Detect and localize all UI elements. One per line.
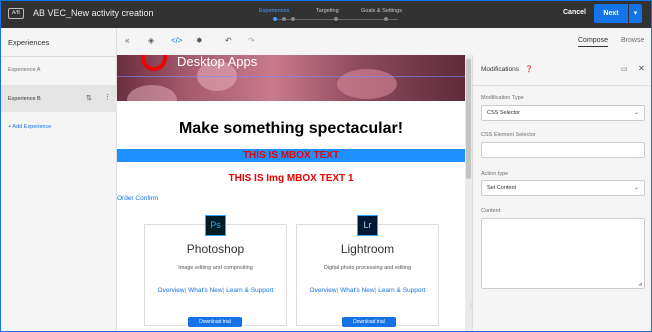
next-button[interactable]: Next <box>594 4 628 23</box>
chevron-down-icon: ⌄ <box>633 110 639 116</box>
link-separator: | <box>336 287 339 294</box>
code-icon[interactable]: </> <box>171 36 183 45</box>
step-dot-experiences <box>273 17 277 21</box>
tab-browse[interactable]: Browse <box>621 37 644 44</box>
download-trial-button[interactable]: Download trial <box>188 317 242 327</box>
product-links: Overview| What's New| Learn & Support <box>145 287 286 294</box>
next-dropdown-icon[interactable]: ▾ <box>629 4 642 23</box>
scrollbar-thumb[interactable] <box>466 59 471 179</box>
content-textarea[interactable]: ◢ <box>481 218 645 289</box>
mbox-text-block[interactable]: THIS IS MBOX TEXT <box>117 149 465 162</box>
action-type-label: Action type <box>481 171 509 177</box>
experience-a-item[interactable]: Experience A <box>0 57 117 83</box>
info-icon[interactable]: ❓ <box>525 65 533 73</box>
resize-grip-icon[interactable]: ◢ <box>638 281 642 287</box>
whats-new-link[interactable]: What's New <box>188 287 222 294</box>
content-label: Content <box>481 208 501 214</box>
overview-link[interactable]: Overview <box>310 287 337 294</box>
cancel-button[interactable]: Cancel <box>563 9 586 16</box>
learn-support-link[interactable]: Learn & Support <box>226 287 273 294</box>
activity-title[interactable]: AB VEC_New activity creation <box>33 8 154 18</box>
modification-type-select[interactable]: CSS Selector ⌄ <box>481 105 645 121</box>
collapse-icon[interactable]: « <box>125 36 129 45</box>
product-links: Overview| What's New| Learn & Support <box>297 287 438 294</box>
learn-support-link[interactable]: Learn & Support <box>378 287 425 294</box>
editor-toolbar: « ◈ </> ✸ ↶ ↷ Compose Browse <box>117 28 652 55</box>
redo-icon[interactable]: ↷ <box>248 36 255 45</box>
modifications-title: Modifications <box>481 66 519 73</box>
hero-banner[interactable]: Desktop Apps <box>117 55 465 101</box>
product-description[interactable]: Image editing and compositing <box>145 265 286 271</box>
order-confirm-link[interactable]: Order Confirm <box>117 195 158 202</box>
experience-a-label: Experience A <box>8 67 41 73</box>
reorder-icon[interactable]: ⇅ <box>86 94 92 102</box>
lightroom-icon: Lr <box>357 215 378 236</box>
product-description[interactable]: Digital photo processing and editing <box>297 265 438 271</box>
dock-panel-icon[interactable]: ▭ <box>621 65 628 73</box>
overview-link[interactable]: Overview <box>158 287 185 294</box>
step-dot <box>291 17 295 21</box>
tab-compose[interactable]: Compose <box>578 37 608 47</box>
top-bar: A/B AB VEC_New activity creation Experie… <box>0 0 652 28</box>
product-card-photoshop[interactable]: Ps Photoshop Image editing and compositi… <box>144 215 287 327</box>
link-separator: | <box>222 287 225 294</box>
modifications-panel: Modifications ❓ ▭ ✕ Modification Type CS… <box>472 55 652 332</box>
more-options-icon[interactable]: ⋮ <box>104 93 111 101</box>
modification-type-value: CSS Selector <box>487 110 521 116</box>
step-dot-targeting <box>334 17 338 21</box>
experience-b-item[interactable]: Experience B ⇅ ⋮ <box>0 85 117 112</box>
product-name[interactable]: Lightroom <box>297 242 438 256</box>
close-icon[interactable]: ✕ <box>638 64 645 73</box>
experiences-panel: Experiences Experience A Experience B ⇅ … <box>0 28 117 332</box>
css-selector-input[interactable] <box>481 142 645 158</box>
experiences-title: Experiences <box>8 38 50 47</box>
step-goals-settings[interactable]: Goals & Settings <box>361 8 402 14</box>
photoshop-icon: Ps <box>205 215 226 236</box>
step-dot-goals <box>384 17 388 21</box>
step-dot <box>282 17 286 21</box>
undo-icon[interactable]: ↶ <box>225 36 232 45</box>
product-card-lightroom[interactable]: Lr Lightroom Digital photo processing an… <box>296 215 439 327</box>
add-experience-button[interactable]: + Add Experience <box>8 124 51 130</box>
action-type-value: Set Content <box>487 185 517 191</box>
hero-title[interactable]: Desktop Apps <box>177 55 257 69</box>
divider <box>473 85 652 86</box>
product-name[interactable]: Photoshop <box>145 242 286 256</box>
css-selector-label: CSS Element Selector <box>481 132 536 138</box>
img-mbox-text[interactable]: THIS IS Img MBOX TEXT 1 <box>117 173 465 184</box>
experience-b-label: Experience B <box>8 96 41 102</box>
page-canvas[interactable]: Desktop Apps Make something spectacular!… <box>117 55 465 332</box>
creative-cloud-logo-icon <box>141 55 167 71</box>
download-trial-button[interactable]: Download trial <box>342 317 396 327</box>
workflow-steps: Experiences Targeting Goals & Settings <box>248 0 418 28</box>
flower-decoration <box>127 85 177 101</box>
layers-icon[interactable]: ◈ <box>148 36 154 45</box>
step-experiences[interactable]: Experiences <box>259 8 289 14</box>
settings-icon[interactable]: ✸ <box>196 36 203 45</box>
modification-type-label: Modification Type <box>481 95 524 101</box>
step-targeting[interactable]: Targeting <box>316 8 339 14</box>
page-headline[interactable]: Make something spectacular! <box>117 120 465 138</box>
canvas-scrollbar[interactable] <box>465 55 472 332</box>
chevron-down-icon: ⌄ <box>633 185 639 191</box>
flower-decoration <box>337 69 397 99</box>
selection-guide-line <box>117 76 465 77</box>
activity-type-badge: A/B <box>8 8 24 19</box>
action-type-select[interactable]: Set Content ⌄ <box>481 180 645 196</box>
link-separator: | <box>184 287 187 294</box>
whats-new-link[interactable]: What's New <box>340 287 374 294</box>
link-separator: | <box>374 287 377 294</box>
